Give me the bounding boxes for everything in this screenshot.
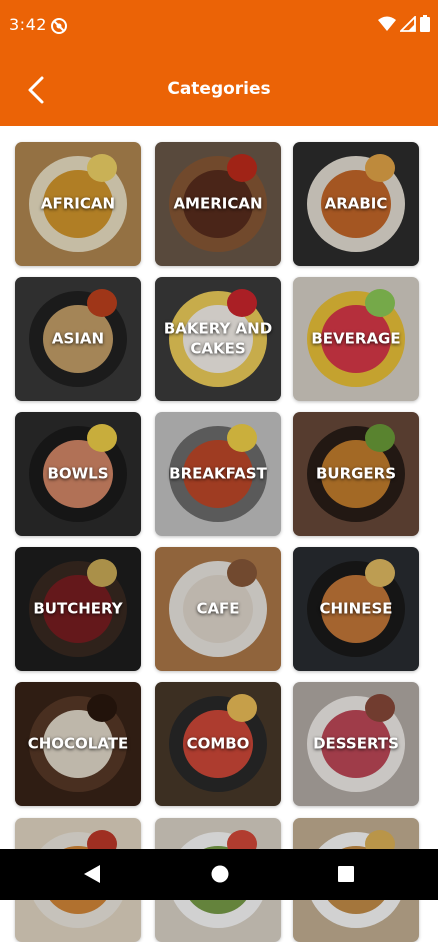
navigation-bar: [0, 849, 438, 900]
category-tile[interactable]: ARABIC: [293, 142, 419, 266]
category-label: CHINESE: [319, 599, 393, 618]
category-label: CHOCOLATE: [27, 734, 129, 753]
category-tile[interactable]: CHINESE: [293, 547, 419, 671]
page-title: Categories: [167, 79, 271, 99]
category-label: BREAKFAST: [169, 464, 267, 483]
category-tile[interactable]: AMERICAN: [155, 142, 281, 266]
category-tile[interactable]: BURGERS: [293, 412, 419, 536]
category-tile[interactable]: AFRICAN: [15, 142, 141, 266]
category-tile[interactable]: CAFE: [155, 547, 281, 671]
category-label: ASIAN: [51, 329, 105, 348]
category-tile[interactable]: BUTCHERY: [15, 547, 141, 671]
category-tile[interactable]: BAKERY AND CAKES: [155, 277, 281, 401]
category-label: BEVERAGE: [311, 329, 401, 348]
signal-icon: [400, 15, 416, 32]
home-nav-icon[interactable]: [209, 863, 231, 885]
category-tile[interactable]: CHOCOLATE: [15, 682, 141, 806]
recents-nav-icon[interactable]: [336, 863, 356, 885]
category-tile[interactable]: BEVERAGE: [293, 277, 419, 401]
category-label: CAFE: [196, 599, 240, 618]
battery-icon: [420, 15, 430, 32]
category-tile[interactable]: BOWLS: [15, 412, 141, 536]
category-label: AMERICAN: [173, 194, 263, 213]
app-bar: Categories: [0, 54, 438, 126]
category-label: BUTCHERY: [33, 599, 123, 618]
category-tile[interactable]: COMBO: [155, 682, 281, 806]
category-label: BOWLS: [47, 464, 109, 483]
category-label: BAKERY AND CAKES: [163, 319, 273, 358]
status-bar: 3:42: [0, 0, 438, 54]
category-label: ARABIC: [324, 194, 388, 213]
category-label: COMBO: [186, 734, 250, 753]
do-not-disturb-icon: [51, 18, 67, 34]
category-label: AFRICAN: [40, 194, 116, 213]
wifi-icon: [378, 16, 396, 31]
category-tile[interactable]: BREAKFAST: [155, 412, 281, 536]
category-label: BURGERS: [315, 464, 397, 483]
status-time: 3:42: [9, 15, 47, 34]
category-tile[interactable]: DESSERTS: [293, 682, 419, 806]
back-nav-icon[interactable]: [82, 863, 102, 885]
category-tile[interactable]: ASIAN: [15, 277, 141, 401]
category-label: DESSERTS: [313, 734, 399, 753]
